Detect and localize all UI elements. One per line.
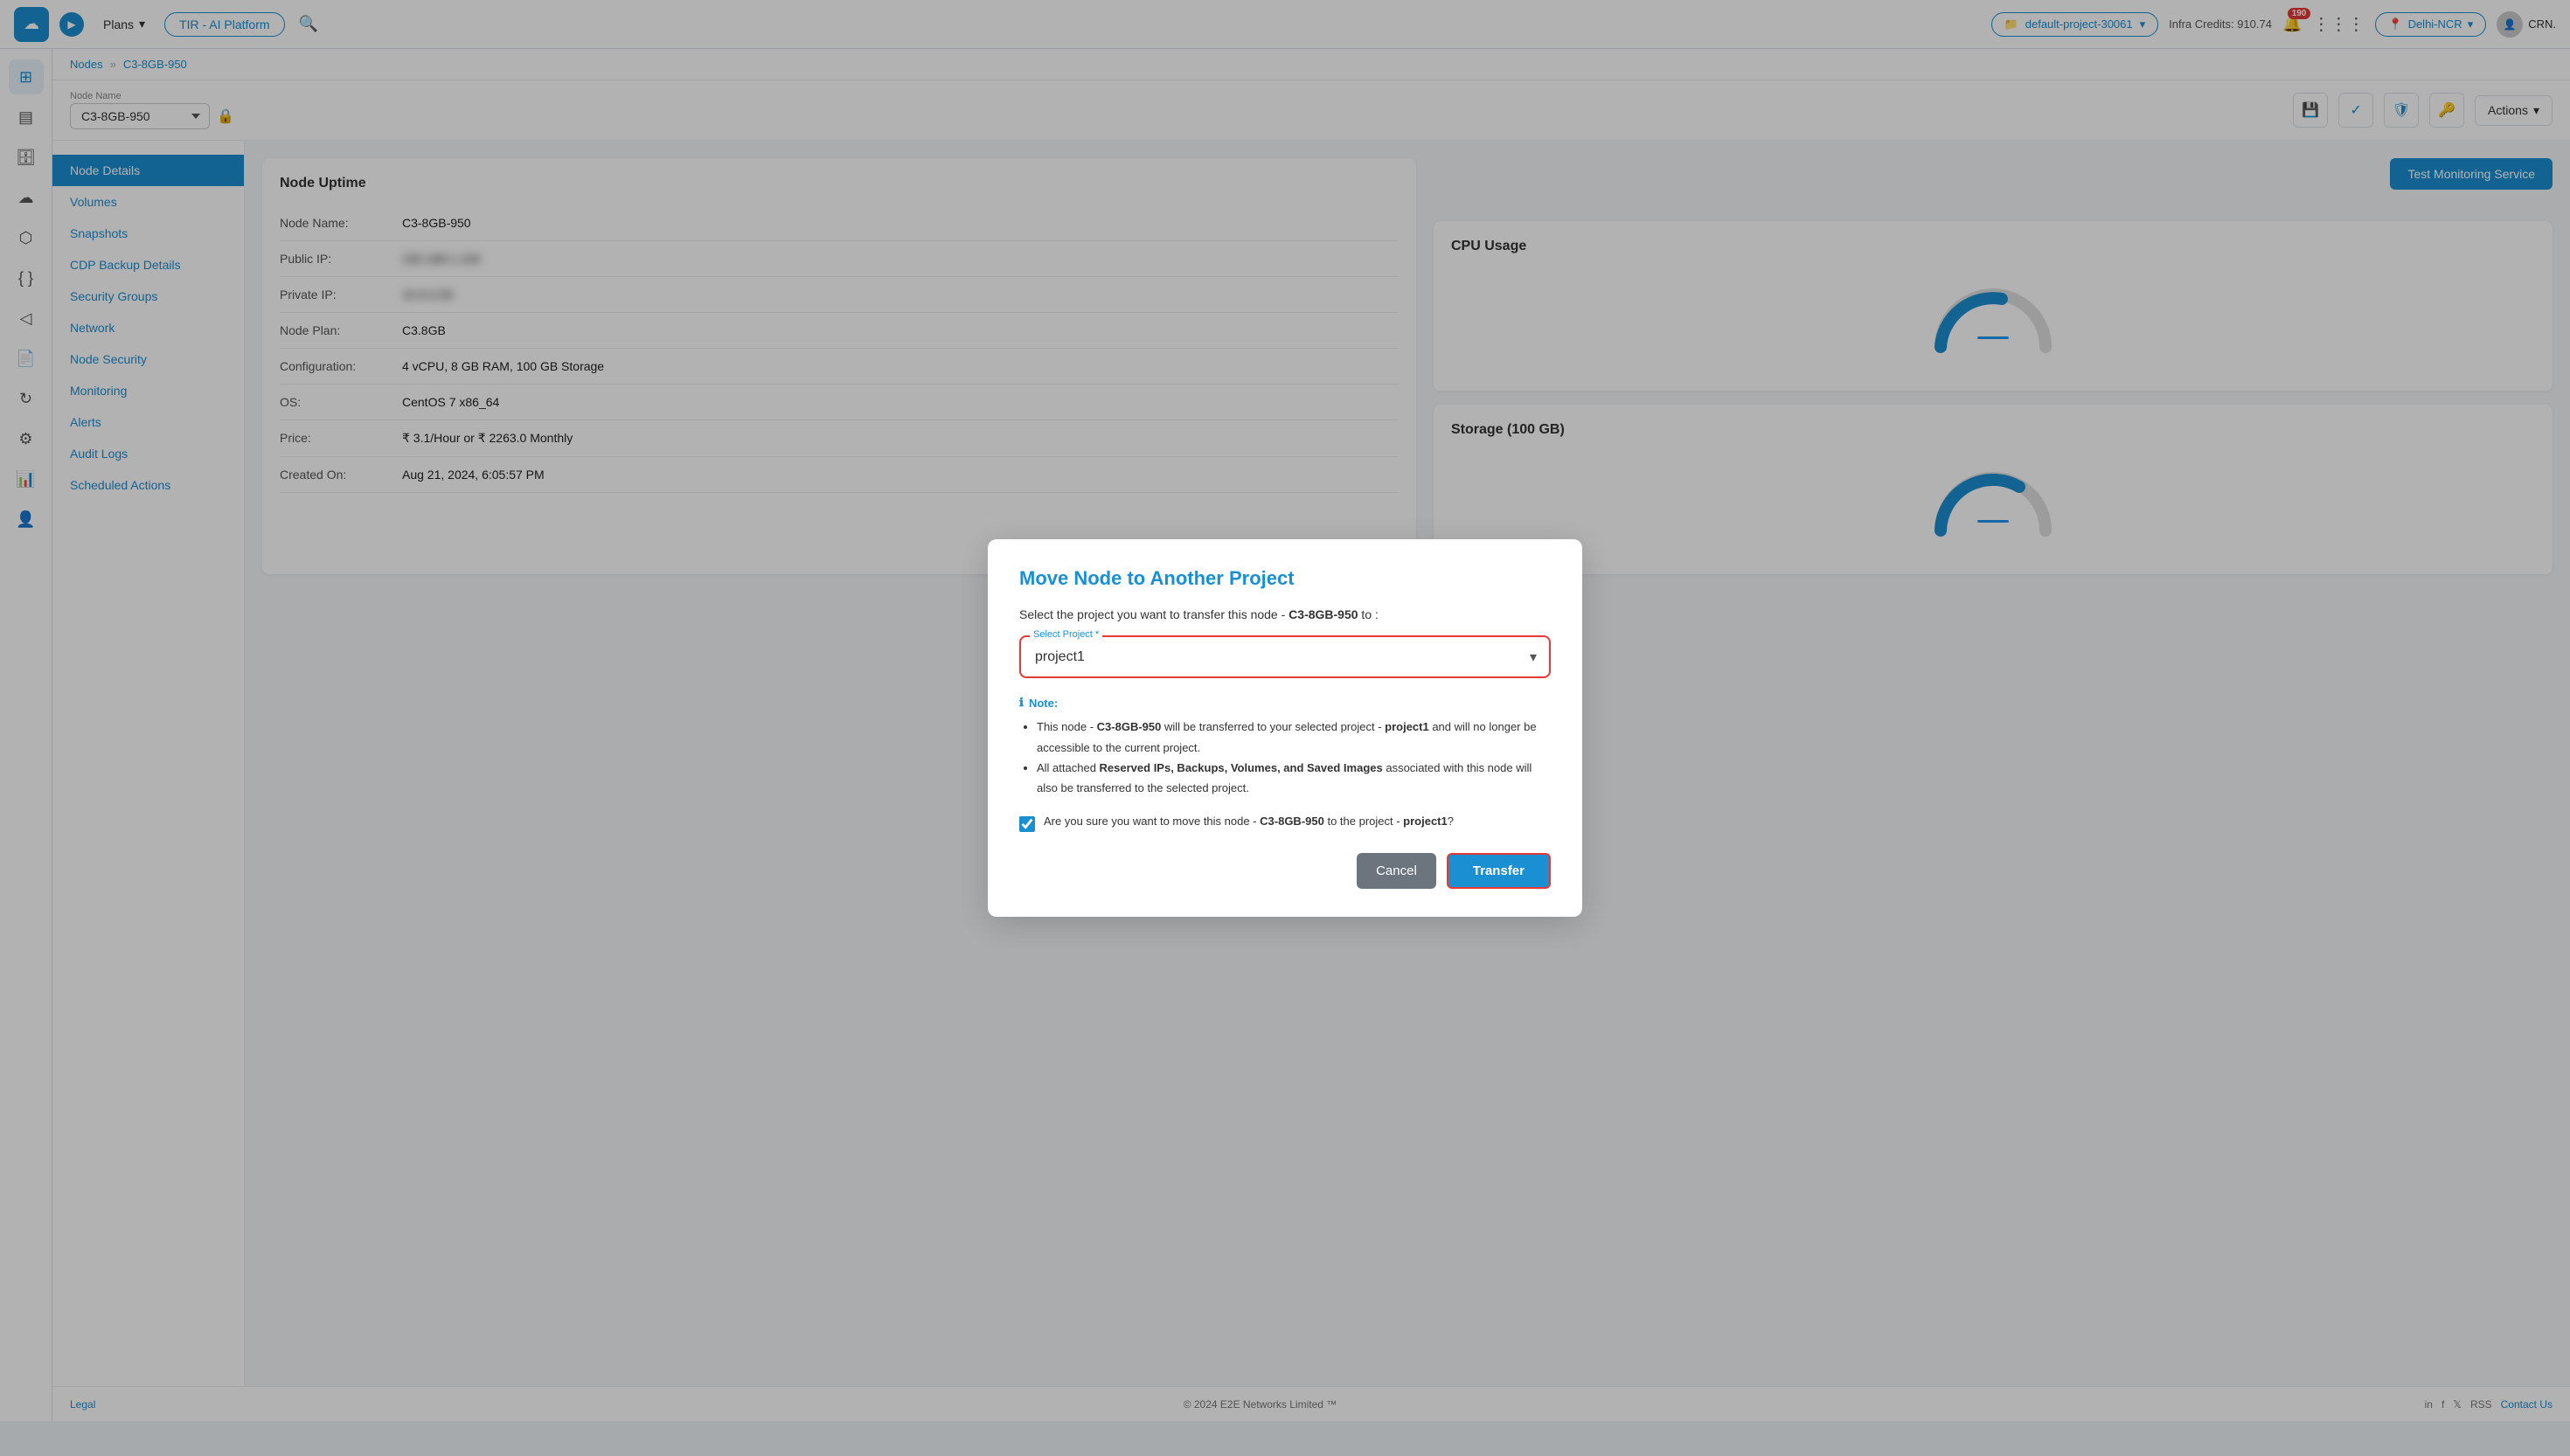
confirm-checkbox[interactable] [1019, 816, 1035, 832]
note-box: ℹ Note: This node - C3-8GB-950 will be t… [1019, 696, 1551, 799]
select-project-label: Select Project * [1030, 629, 1102, 640]
move-node-modal: Move Node to Another Project Select the … [988, 539, 1582, 917]
transfer-button[interactable]: Transfer [1447, 853, 1551, 889]
note-title: ℹ Note: [1019, 696, 1551, 710]
modal-description: Select the project you want to transfer … [1019, 607, 1551, 621]
confirm-row: Are you sure you want to move this node … [1019, 815, 1551, 832]
modal-overlay: Move Node to Another Project Select the … [0, 0, 2570, 1456]
confirm-text: Are you sure you want to move this node … [1044, 815, 1454, 828]
note-list: This node - C3-8GB-950 will be transferr… [1019, 717, 1551, 799]
select-project-dropdown[interactable]: project1 [1028, 641, 1542, 673]
select-project-wrapper: Select Project * project1 ▾ [1019, 635, 1551, 678]
modal-actions: Cancel Transfer [1019, 853, 1551, 889]
info-circle-icon: ℹ [1019, 696, 1024, 710]
modal-title: Move Node to Another Project [1019, 567, 1551, 590]
cancel-button[interactable]: Cancel [1357, 853, 1436, 889]
